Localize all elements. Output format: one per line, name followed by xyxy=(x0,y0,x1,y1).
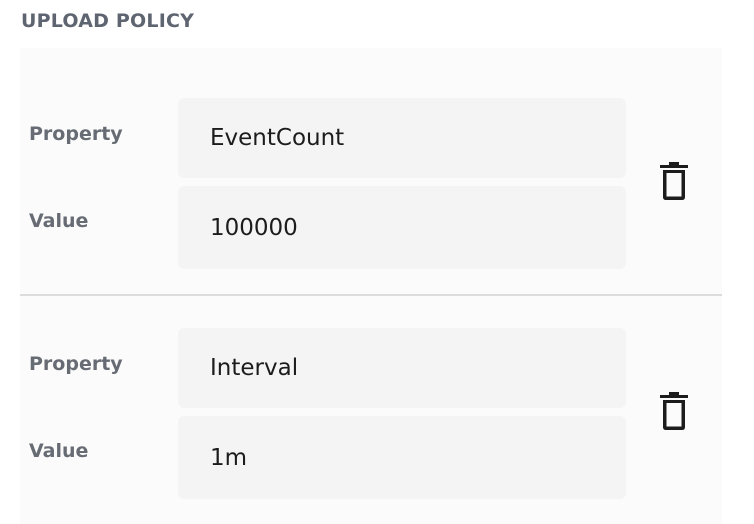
policy-row: Property Value xyxy=(20,48,722,294)
value-input[interactable] xyxy=(210,444,626,471)
policy-row: Property Value xyxy=(20,296,722,524)
trash-icon xyxy=(660,392,688,430)
delete-row-button[interactable] xyxy=(654,387,694,435)
property-label: Property xyxy=(29,123,123,145)
section-title: UPLOAD POLICY xyxy=(21,10,195,32)
value-label: Value xyxy=(29,210,89,232)
value-field[interactable] xyxy=(178,416,626,499)
property-label: Property xyxy=(29,353,123,375)
property-field[interactable] xyxy=(178,328,626,408)
value-label: Value xyxy=(29,440,89,462)
property-field[interactable] xyxy=(178,98,626,178)
value-field[interactable] xyxy=(178,186,626,269)
upload-policy-list: Property Value Property Value xyxy=(20,48,722,524)
trash-icon xyxy=(660,162,688,200)
value-input[interactable] xyxy=(210,214,626,241)
property-input[interactable] xyxy=(210,355,626,381)
delete-row-button[interactable] xyxy=(654,157,694,205)
property-input[interactable] xyxy=(210,125,626,151)
